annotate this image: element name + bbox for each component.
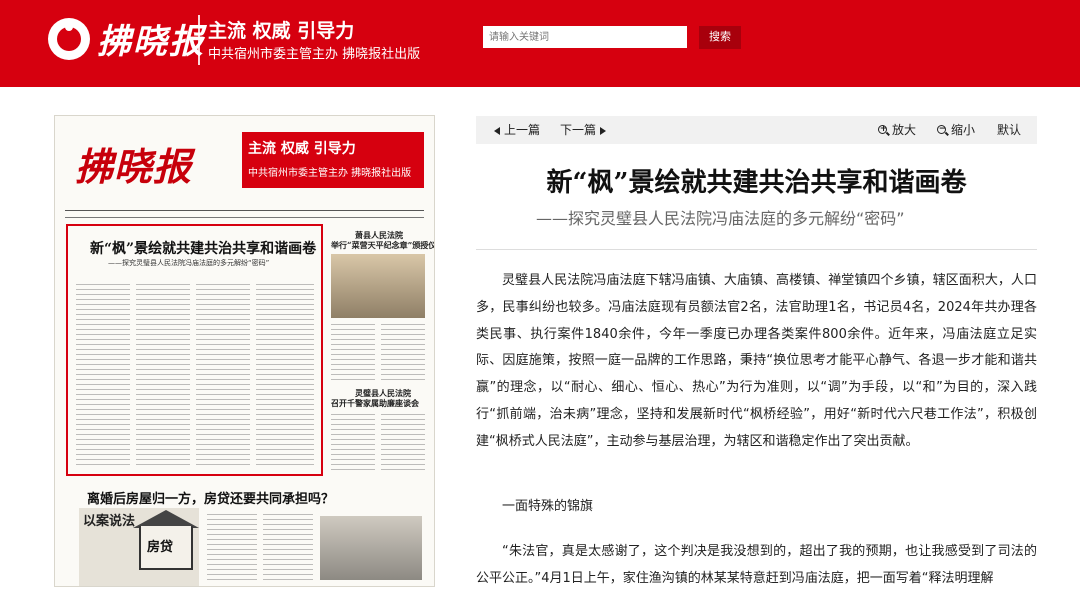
current-article-region[interactable]: 新“枫”景绘就共建共治共享和谐画卷 ——探究灵璧县人民法院冯庙法庭的多元解纷“密…	[66, 224, 323, 476]
zoom-out-icon: −	[937, 124, 947, 134]
side-article-title[interactable]: 举行“菜营天平纪念章”颁授仪式	[331, 240, 434, 251]
cartoon-illustration: 以案说法 房贷	[79, 508, 199, 586]
arrow-left-icon	[494, 126, 500, 135]
header-divider	[198, 15, 200, 65]
cartoon-label: 以案说法	[83, 514, 136, 529]
header-slogan: 主流 权威 引导力	[208, 20, 355, 42]
text-column	[381, 414, 425, 474]
text-column	[207, 514, 257, 584]
newspaper-logo-icon[interactable]	[48, 18, 90, 60]
text-column	[196, 284, 250, 469]
zoom-default-button[interactable]: 默认	[997, 116, 1021, 144]
paper-masthead: 拂晓报	[67, 122, 217, 202]
thumb-article-title: 新“枫”景绘就共建共治共享和谐画卷	[90, 241, 317, 257]
prev-article-label: 上一篇	[504, 123, 541, 137]
text-column	[331, 324, 375, 384]
text-column	[263, 514, 313, 584]
newspaper-page-thumbnail: 拂晓报 主流 权威 引导力 中共宿州市委主管主办 拂晓报社出版 新“枫”景绘就共…	[54, 115, 435, 587]
search-input[interactable]	[483, 26, 687, 48]
thumb-article-subtitle: ——探究灵璧县人民法院冯庙法庭的多元解纷“密码”	[108, 259, 270, 267]
text-column	[136, 284, 190, 469]
paper-banner-title: 主流 权威 引导力	[248, 141, 356, 157]
side-article-title[interactable]: 召开千警家属助廉座谈会	[331, 398, 419, 409]
paper-masthead-banner: 主流 权威 引导力 中共宿州市委主管主办 拂晓报社出版	[242, 132, 424, 188]
paper-masthead-text: 拂晓报	[75, 144, 193, 189]
site-logo-text[interactable]: 拂晓报	[97, 14, 205, 63]
paper-divider	[65, 210, 424, 211]
zoom-in-icon: +	[878, 124, 888, 134]
zoom-in-label: 放大	[892, 123, 917, 137]
text-column	[331, 414, 375, 474]
news-photo	[331, 254, 425, 318]
zoom-in-button[interactable]: + 放大	[878, 116, 916, 144]
article-title: 新“枫”景绘就共建共治共享和谐画卷	[546, 168, 967, 198]
house-icon: 房贷	[139, 526, 193, 570]
article-paragraph: 灵璧县人民法院冯庙法庭下辖冯庙镇、大庙镇、高楼镇、禅堂镇四个乡镇，辖区面积大，人…	[476, 273, 1037, 449]
article-toolbar: 上一篇 下一篇 + 放大 − 缩小 默认	[476, 116, 1037, 144]
text-column	[76, 284, 130, 469]
search-button[interactable]: 搜索	[699, 26, 741, 49]
arrow-right-icon	[600, 126, 607, 135]
zoom-out-button[interactable]: − 缩小	[937, 116, 975, 144]
house-label: 房贷	[147, 540, 174, 555]
news-photo	[320, 516, 422, 580]
header-slogan-sub: 中共宿州市委主管主办 拂晓报社出版	[208, 47, 421, 62]
zoom-out-label: 缩小	[951, 123, 976, 137]
next-article-label: 下一篇	[560, 123, 597, 137]
title-divider	[476, 249, 1037, 250]
thumb-second-article-title[interactable]: 离婚后房屋归一方，房贷还要共同承担吗？	[87, 488, 334, 507]
text-column	[381, 324, 425, 384]
paper-banner-sub: 中共宿州市委主管主办 拂晓报社出版	[248, 168, 412, 179]
next-article-link[interactable]: 下一篇	[560, 116, 610, 144]
article-subtitle: ——探究灵璧县人民法院冯庙法庭的多元解纷“密码”	[536, 209, 905, 228]
prev-article-link[interactable]: 上一篇	[490, 116, 540, 144]
paper-divider	[65, 217, 424, 218]
text-column	[256, 284, 314, 469]
article-section-heading: 一面特殊的锦旗	[502, 499, 594, 514]
site-header: 拂晓报 主流 权威 引导力 中共宿州市委主管主办 拂晓报社出版 搜索	[0, 0, 1080, 87]
